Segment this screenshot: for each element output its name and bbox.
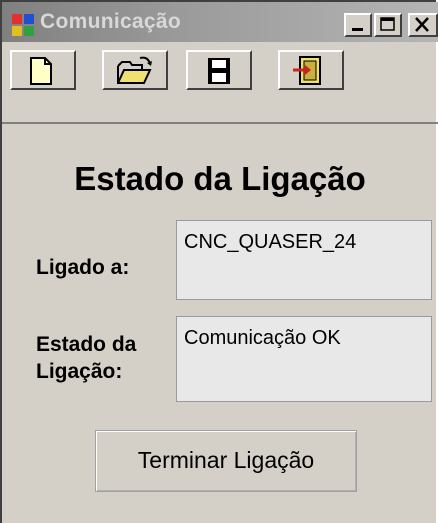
exit-button[interactable]: [278, 50, 344, 90]
new-document-icon: [30, 57, 52, 85]
maximize-icon: [380, 17, 395, 31]
close-button[interactable]: [408, 13, 438, 37]
maximize-button[interactable]: [374, 13, 402, 37]
connected-to-field: CNC_QUASER_24: [176, 220, 432, 300]
close-icon: [415, 17, 429, 32]
connected-to-label: Ligado a:: [36, 256, 130, 279]
minimize-button[interactable]: [344, 13, 372, 37]
window-title: Comunicação: [40, 10, 181, 33]
open-folder-icon: [117, 56, 152, 84]
toolbar: [2, 42, 438, 124]
connection-status-field: Comunicação OK: [176, 316, 432, 402]
new-button[interactable]: [10, 50, 76, 90]
app-window-icon: [12, 14, 34, 36]
communication-window: Comunicação Estado da Ligação Ligado a: …: [0, 0, 438, 523]
page-title: Estado da Ligação: [74, 160, 366, 197]
connection-status-label-line2: Ligação:: [36, 360, 123, 383]
terminate-connection-button[interactable]: Terminar Ligação: [95, 430, 357, 492]
save-button[interactable]: [186, 50, 252, 90]
open-button[interactable]: [102, 50, 168, 90]
connection-status-label-line1: Estado da: [36, 333, 137, 356]
exit-door-icon: [293, 56, 321, 85]
minimize-icon: [352, 28, 363, 31]
save-disk-icon: [208, 58, 230, 84]
title-bar[interactable]: Comunicação: [2, 2, 438, 42]
